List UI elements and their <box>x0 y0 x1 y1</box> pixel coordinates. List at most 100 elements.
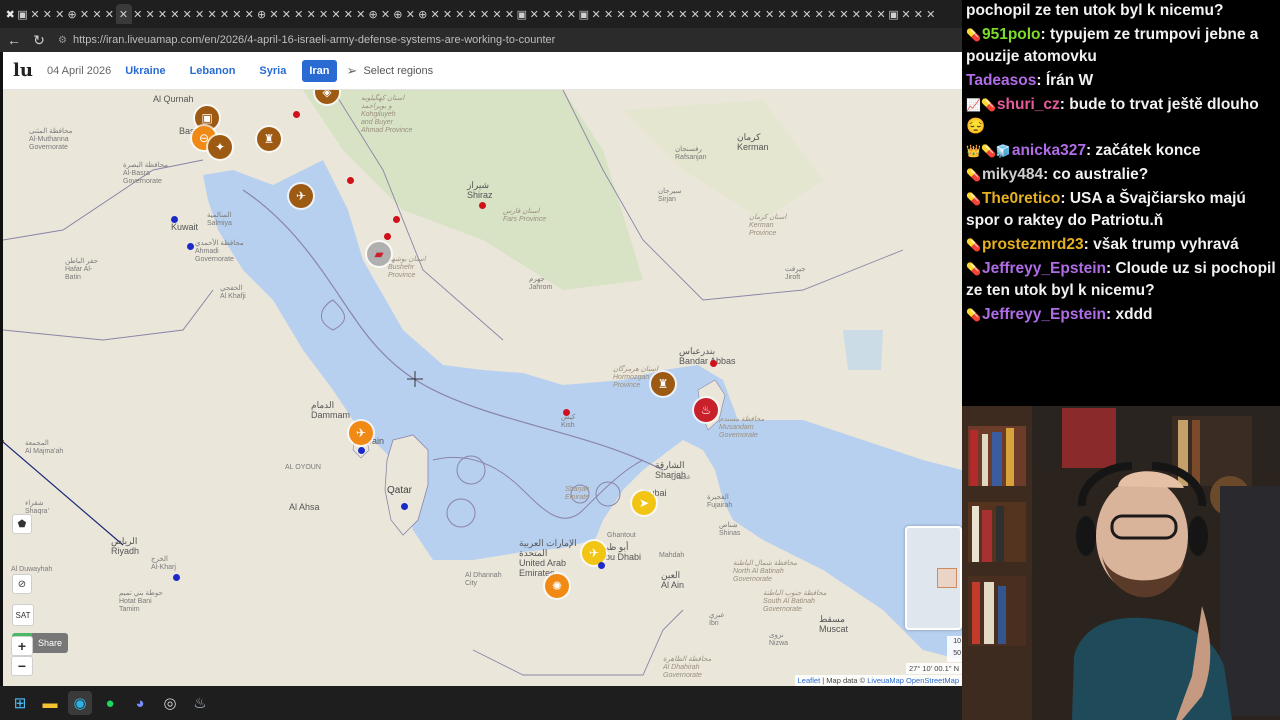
fire-icon[interactable]: ♨ <box>694 398 718 422</box>
browser-tab[interactable]: ✕ <box>627 4 639 24</box>
browser-tab[interactable]: ▣ <box>516 4 528 24</box>
region-link-syria[interactable]: Syria <box>259 65 286 77</box>
browser-tab[interactable]: ✕ <box>813 4 825 24</box>
event-dot[interactable] <box>358 447 365 454</box>
browser-tab[interactable]: ✕ <box>103 4 115 24</box>
browser-tab[interactable]: ✕ <box>144 4 156 24</box>
chat-username[interactable]: prostezmrd23 <box>982 236 1084 253</box>
explosion-icon[interactable]: ✺ <box>545 574 569 598</box>
browser-tab[interactable]: ✕ <box>652 4 664 24</box>
site-info-icon[interactable]: ⚙ <box>58 35 67 46</box>
browser-tab[interactable]: ✕ <box>243 4 255 24</box>
browser-tab[interactable]: ✕ <box>751 4 763 24</box>
browser-tab[interactable]: ✕ <box>863 4 875 24</box>
event-dot[interactable] <box>393 216 400 223</box>
share-button[interactable]: Share <box>32 633 69 653</box>
browser-tab[interactable]: ✕ <box>193 4 205 24</box>
browser-tab[interactable]: ✖ <box>4 4 16 24</box>
browser-tab[interactable]: ✕ <box>776 4 788 24</box>
browser-tab[interactable]: ✕ <box>590 4 602 24</box>
event-dot[interactable] <box>479 202 486 209</box>
back-arrow-icon[interactable]: ← <box>3 29 25 51</box>
reload-icon[interactable]: ↻ <box>28 29 50 51</box>
browser-tab[interactable]: ✕ <box>912 4 924 24</box>
select-regions-button[interactable]: ➢ Select regions <box>347 63 434 79</box>
browser-tab[interactable]: ✕ <box>379 4 391 24</box>
browser-tab[interactable]: ✕ <box>441 4 453 24</box>
browser-tab[interactable]: ✕ <box>478 4 490 24</box>
chat-badge-icon[interactable]: 👑💊🧊 <box>966 144 1011 158</box>
browser-tab[interactable]: ✕ <box>615 4 627 24</box>
osm-link[interactable]: OpenStreetMap <box>904 676 959 685</box>
browser-tab[interactable]: ✕ <box>231 4 243 24</box>
liveuamap-logo[interactable]: lu <box>3 52 43 90</box>
browser-tab[interactable]: ✕ <box>739 4 751 24</box>
browser-tab[interactable]: ⊕ <box>392 4 404 24</box>
browser-tab[interactable]: ▣ <box>578 4 590 24</box>
browser-tab[interactable]: ⊕ <box>255 4 267 24</box>
chat-username[interactable]: Jeffreyy_Epstein <box>982 260 1106 277</box>
browser-tab[interactable]: ✕ <box>29 4 41 24</box>
explorer-icon[interactable]: ▬ <box>38 691 62 715</box>
browser-tab[interactable]: ✕ <box>206 4 218 24</box>
browser-tab[interactable]: ✕ <box>181 4 193 24</box>
browser-tab[interactable]: ✕ <box>404 4 416 24</box>
browser-tab[interactable]: ✕ <box>293 4 305 24</box>
current-date[interactable]: 04 April 2026 <box>47 65 111 77</box>
browser-tab[interactable]: ✕ <box>763 4 775 24</box>
browser-tab[interactable]: ✕ <box>565 4 577 24</box>
event-dot[interactable] <box>173 574 180 581</box>
browser-tab[interactable]: ✕ <box>132 4 144 24</box>
browser-tab[interactable]: ✕ <box>54 4 66 24</box>
chat-username[interactable]: 951polo <box>982 26 1041 43</box>
zoom-out-button[interactable]: − <box>11 656 33 676</box>
liveuamap-link[interactable]: LiveuaMap <box>867 676 904 685</box>
browser-tab[interactable]: ✕ <box>429 4 441 24</box>
chat-badge-icon[interactable]: 💊 <box>966 262 981 276</box>
browser-tab[interactable]: ✕ <box>454 4 466 24</box>
airplane-icon[interactable]: ✈ <box>289 184 313 208</box>
event-dot[interactable] <box>293 111 300 118</box>
map-canvas[interactable]: Al Qurnah Basra محافظة المثنى Al-Muthann… <box>3 90 962 686</box>
event-dot[interactable] <box>347 177 354 184</box>
browser-tab[interactable]: ✕ <box>218 4 230 24</box>
browser-tab[interactable]: ✕ <box>838 4 850 24</box>
chat-badge-icon[interactable]: 💊 <box>966 168 981 182</box>
browser-tab[interactable]: ✕ <box>305 4 317 24</box>
event-marker-military[interactable]: ♜ <box>651 372 675 396</box>
browser-tab[interactable]: ✕ <box>78 4 90 24</box>
chat-badge-icon[interactable]: 💊 <box>966 308 981 322</box>
chat-username[interactable]: shuri_cz <box>997 96 1060 113</box>
event-marker-vehicle[interactable]: ▰ <box>367 242 391 266</box>
browser-tab[interactable]: ✕ <box>553 4 565 24</box>
browser-tab[interactable]: ✕ <box>169 4 181 24</box>
browser-tab[interactable]: ✕ <box>466 4 478 24</box>
discord-icon[interactable]: ◕ <box>128 691 152 715</box>
chat-badge-icon[interactable]: 💊 <box>966 28 981 42</box>
satellite-toggle-button[interactable]: SAT <box>12 604 34 626</box>
minimap-viewport[interactable] <box>937 568 957 588</box>
browser-tab[interactable]: ✕ <box>900 4 912 24</box>
chat-badge-icon[interactable]: 💊 <box>966 192 981 206</box>
event-marker-military[interactable]: ♜ <box>257 127 281 151</box>
browser-tab[interactable]: ✕ <box>875 4 887 24</box>
event-marker-drone[interactable]: ➤ <box>632 491 656 515</box>
browser-tab[interactable]: ✕ <box>726 4 738 24</box>
browser-tab[interactable]: ✕ <box>714 4 726 24</box>
browser-tab[interactable]: ⊕ <box>367 4 379 24</box>
browser-tab[interactable]: ✕ <box>801 4 813 24</box>
browser-tab[interactable]: ✕ <box>825 4 837 24</box>
browser-tab[interactable]: ✕ <box>602 4 614 24</box>
browser-tab[interactable]: ✕ <box>925 4 937 24</box>
pentagon-draw-icon[interactable]: ⬟ <box>12 514 32 534</box>
event-dot[interactable] <box>598 562 605 569</box>
url-field[interactable]: ⚙ https://iran.liveuamap.com/en/2026/4-a… <box>58 31 962 49</box>
chat-username[interactable]: Jeffreyy_Epstein <box>982 306 1106 323</box>
event-dot[interactable] <box>171 216 178 223</box>
chat-username[interactable]: Tadeasos <box>966 72 1036 89</box>
browser-tab[interactable]: ✕ <box>677 4 689 24</box>
zoom-in-button[interactable]: + <box>11 636 33 656</box>
minimap[interactable] <box>905 526 962 630</box>
browser-tab[interactable]: ✕ <box>268 4 280 24</box>
browser-tab[interactable]: ✕ <box>540 4 552 24</box>
